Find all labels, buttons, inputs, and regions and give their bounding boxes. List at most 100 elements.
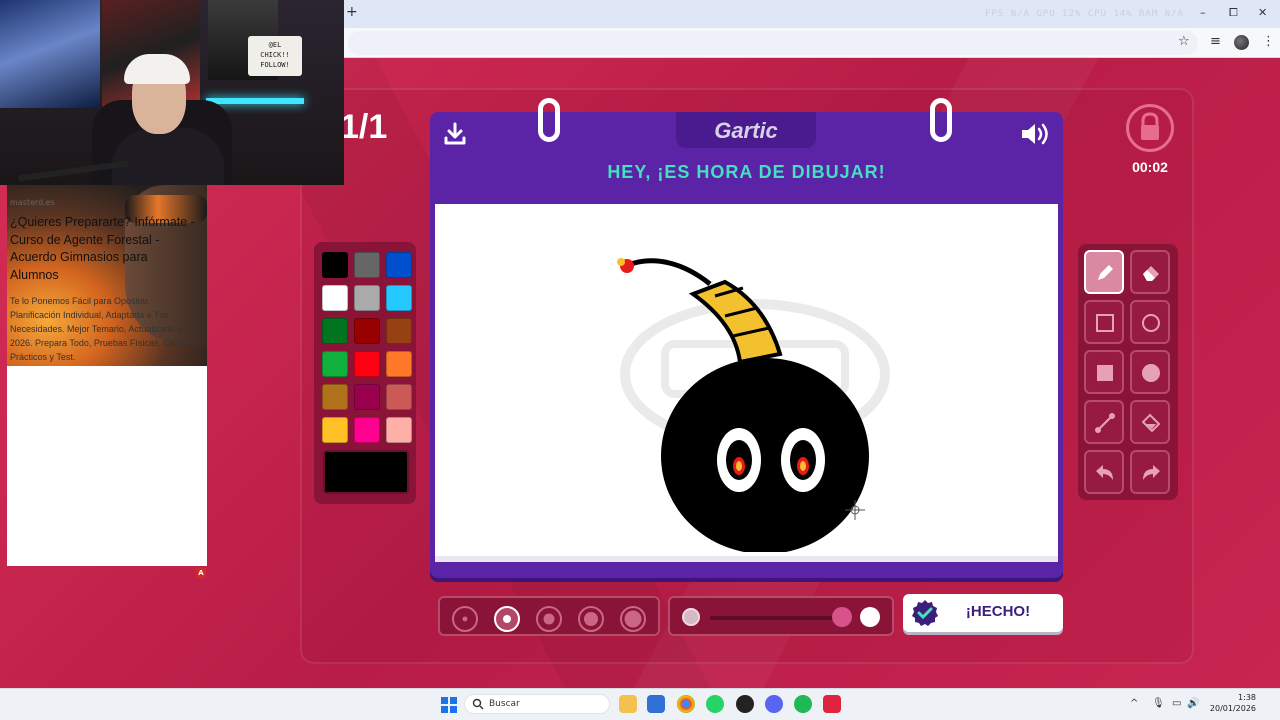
taskbar-search-placeholder: Buscar (489, 699, 520, 709)
color-swatch[interactable] (386, 285, 412, 311)
network-icon[interactable]: ▭ (1172, 698, 1181, 709)
spotify-icon[interactable] (794, 695, 812, 713)
profile-avatar[interactable] (1234, 35, 1249, 50)
opacity-track[interactable] (710, 616, 844, 620)
chrome-icon[interactable] (677, 695, 695, 713)
color-swatch[interactable] (386, 384, 412, 410)
ad-body: Te lo Ponemos Fácil para Opositar. Plani… (10, 296, 189, 362)
minimize-button[interactable]: – (1200, 6, 1206, 19)
color-swatch[interactable] (322, 417, 348, 443)
color-swatch[interactable] (322, 351, 348, 377)
eraser-tool[interactable] (1130, 250, 1170, 294)
bookmark-star-icon[interactable]: ☆ (1178, 34, 1190, 49)
drawing-artwork (617, 258, 890, 554)
brush-size-option[interactable] (494, 606, 520, 632)
bomb-body (661, 358, 869, 554)
new-tab-button[interactable]: + (346, 4, 358, 20)
download-icon[interactable] (443, 122, 467, 146)
store-icon[interactable] (647, 695, 665, 713)
color-swatch[interactable] (354, 318, 380, 344)
show-hidden-icons-icon[interactable]: ^ (1130, 698, 1138, 709)
maximize-button[interactable]: ⧠ (1229, 6, 1238, 20)
streamer-body (112, 128, 224, 185)
color-swatch[interactable] (322, 285, 348, 311)
color-swatch[interactable] (354, 351, 380, 377)
color-swatch[interactable] (386, 417, 412, 443)
ad-domain[interactable]: masterd.es (10, 198, 55, 207)
browser-menu-icon[interactable]: ⋮ (1262, 34, 1275, 49)
bomb-fuse-wrap (688, 279, 783, 365)
color-swatch[interactable] (322, 384, 348, 410)
close-button[interactable]: ✕ (1258, 6, 1267, 19)
discord-icon[interactable] (765, 695, 783, 713)
ad-choices-badge[interactable]: A (196, 568, 206, 578)
line-tool[interactable] (1084, 400, 1124, 444)
obs-icon[interactable] (736, 695, 754, 713)
media-controls-icon[interactable]: ≡ (1210, 34, 1221, 49)
gartic-logo: Gartic (714, 118, 778, 143)
eraser-icon (1143, 266, 1159, 281)
undo-icon (1096, 465, 1113, 480)
checkmark-badge-icon (912, 600, 938, 626)
line-icon (1095, 413, 1115, 433)
webcam-overlay: @EL CHICK!! FOLLOW! (0, 0, 344, 185)
microphone-icon[interactable]: 🎙 (1152, 698, 1165, 709)
bomb-fuse (624, 258, 712, 286)
tool-panel (1078, 244, 1178, 500)
countdown-timer: 00:02 (1132, 159, 1168, 175)
color-swatch[interactable] (386, 318, 412, 344)
done-button[interactable]: ¡HECHO! (903, 594, 1063, 632)
lock-icon (1141, 112, 1159, 140)
color-swatch[interactable] (322, 318, 348, 344)
pencil-tool[interactable] (1084, 250, 1124, 294)
ellipse-filled-tool[interactable] (1130, 350, 1170, 394)
rectangle-filled-icon (1097, 365, 1113, 381)
color-swatch[interactable] (386, 252, 412, 278)
opacity-min-icon (682, 608, 700, 626)
lock-button[interactable] (1126, 104, 1174, 152)
performance-overlay: FPS N/A GPU 12% CPU 14% RAM N/A (985, 9, 1184, 19)
opacity-handle[interactable] (832, 607, 852, 627)
color-swatch[interactable] (354, 252, 380, 278)
bomb-iris-right-core (800, 461, 806, 471)
brush-size-option[interactable] (578, 606, 604, 632)
brush-size-option[interactable] (620, 606, 646, 632)
undo-tool[interactable] (1084, 450, 1124, 494)
brush-size-selector (438, 596, 660, 636)
binder-ring (538, 98, 560, 142)
brush-size-option[interactable] (452, 606, 478, 632)
wall-sign: @EL CHICK!! FOLLOW! (248, 36, 302, 76)
rectangle-filled-tool[interactable] (1084, 350, 1124, 394)
opacity-slider[interactable] (668, 596, 894, 636)
color-swatch[interactable] (386, 351, 412, 377)
rectangle-outline-icon (1096, 314, 1114, 332)
file-explorer-icon[interactable] (619, 695, 637, 713)
ad-title[interactable]: ¿Quieres Prepararte? Infórmate - Curso d… (10, 214, 196, 284)
rectangle-outline-tool[interactable] (1084, 300, 1124, 344)
pencil-icon (1098, 265, 1113, 280)
done-button-label: ¡HECHO! (965, 603, 1031, 620)
fill-bucket-icon (1141, 413, 1161, 433)
color-swatch[interactable] (354, 384, 380, 410)
redo-tool[interactable] (1130, 450, 1170, 494)
fuse-spark (617, 258, 625, 266)
taskbar-search-field[interactable] (464, 694, 610, 714)
windows-start-icon[interactable] (441, 697, 457, 713)
color-swatch[interactable] (322, 252, 348, 278)
volume-icon[interactable]: 🔊 (1187, 698, 1199, 709)
app-icon[interactable] (823, 695, 841, 713)
system-clock[interactable]: 1:38 20/01/2026 (1206, 692, 1256, 714)
whatsapp-icon[interactable] (706, 695, 724, 713)
neon-light (206, 98, 304, 104)
drawing-canvas[interactable] (435, 204, 1058, 562)
anime-poster (0, 0, 100, 108)
color-swatch[interactable] (354, 417, 380, 443)
bomb-iris-left-core (736, 461, 742, 471)
color-swatch[interactable] (354, 285, 380, 311)
ellipse-outline-tool[interactable] (1130, 300, 1170, 344)
sound-icon[interactable] (1020, 122, 1052, 146)
brush-size-option[interactable] (536, 606, 562, 632)
fill-bucket-tool[interactable] (1130, 400, 1170, 444)
brush-size-dot (503, 615, 511, 623)
address-bar[interactable] (348, 31, 1198, 55)
